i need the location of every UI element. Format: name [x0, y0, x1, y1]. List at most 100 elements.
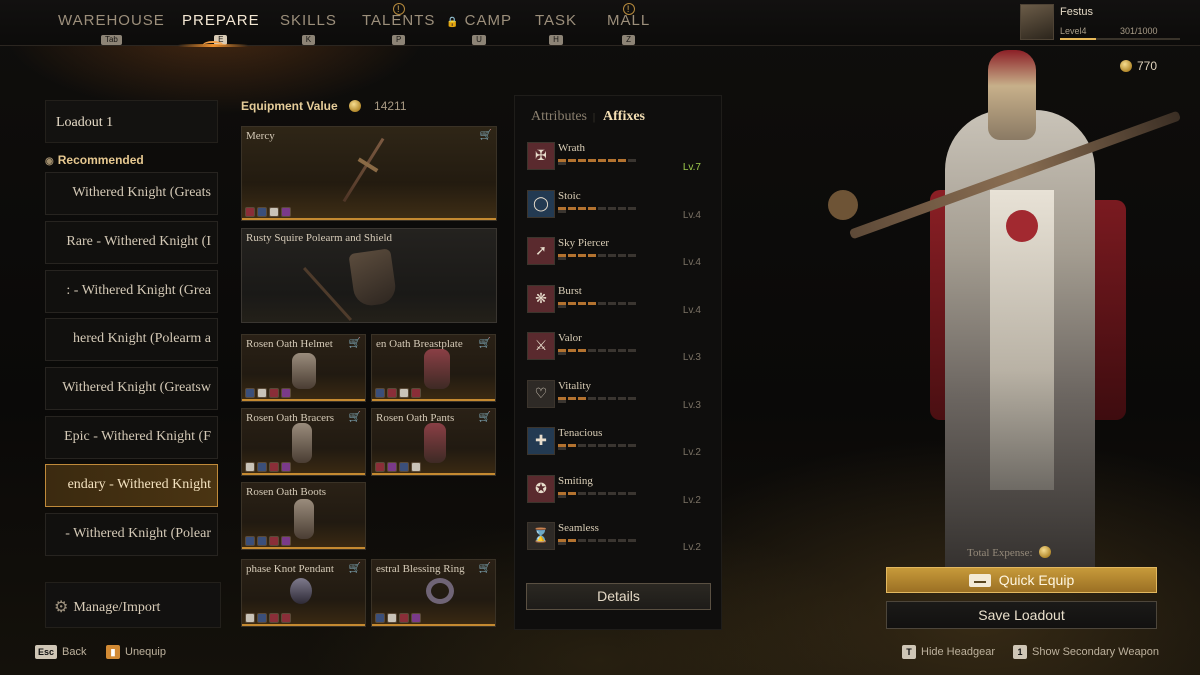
affix-bar-segment [558, 162, 566, 165]
affix-bar-segment [588, 539, 596, 542]
breastplate-image [424, 349, 450, 389]
current-loadout[interactable]: Loadout 1 [45, 100, 218, 143]
bracers-slot[interactable]: Rosen Oath Bracers 🛒 [241, 408, 366, 476]
affix-bar-segment [628, 302, 636, 305]
player-profile[interactable]: Festus Level4 301/1000 [1020, 4, 1196, 42]
item-name: Rusty Squire Polearm and Shield [246, 232, 393, 244]
affix-bar-segment [588, 397, 596, 400]
affix-bar-segment [568, 302, 576, 305]
affix-row[interactable]: ✠ Wrath Lv.7 [527, 142, 717, 186]
loadout-item-selected[interactable]: endary - Withered Knight [45, 464, 218, 507]
unequip-hint[interactable]: ▮ Unequip [106, 645, 166, 659]
breastplate-slot[interactable]: en Oath Breastplate 🛒 [371, 334, 496, 402]
loadout-item[interactable]: Rare - Withered Knight (I [45, 221, 218, 264]
affix-bar-segment [558, 257, 566, 260]
alert-icon: ! [392, 3, 405, 15]
weapon-slot-secondary[interactable]: Rusty Squire Polearm and Shield [241, 228, 497, 323]
cart-icon[interactable]: 🛒 [479, 338, 491, 349]
cart-icon[interactable]: 🛒 [349, 412, 361, 423]
affix-row[interactable]: ⌛ Seamless Lv.2 [527, 522, 717, 566]
affix-bar-segment [598, 492, 606, 495]
tab-mall[interactable]: ! MALL Z [607, 3, 650, 46]
affix-level: Lv.2 [682, 495, 701, 506]
helmet-image [292, 353, 316, 389]
affix-bar-segment [628, 207, 636, 210]
loadout-item[interactable]: - Withered Knight (Polear [45, 513, 218, 556]
tab-label: SKILLS [280, 12, 337, 29]
back-hint[interactable]: Esc Back [35, 645, 86, 659]
player-xp: 301/1000 [1120, 26, 1158, 36]
secondary-weapon-label: Show Secondary Weapon [1032, 646, 1159, 658]
tab-affixes[interactable]: Affixes [603, 109, 645, 124]
item-name: en Oath Breastplate [376, 338, 463, 350]
rarity-bar [242, 399, 365, 401]
affix-row[interactable]: ✚ Tenacious Lv.2 [527, 427, 717, 471]
affix-bar-segment [568, 207, 576, 210]
cart-icon[interactable]: 🛒 [480, 130, 492, 141]
loadout-item-label: Epic - Withered Knight (F [64, 429, 211, 444]
character-preview[interactable] [820, 50, 1200, 610]
lock-icon: 🔒 [446, 17, 460, 28]
affix-icons [245, 385, 293, 398]
affix-bar-segment [618, 254, 626, 257]
cart-icon[interactable]: 🛒 [349, 563, 361, 574]
affix-name: Burst [558, 285, 582, 297]
affix-row[interactable]: ➚ Sky Piercer Lv.4 [527, 237, 717, 281]
tab-hotkey: U [472, 35, 486, 45]
hide-headgear-label: Hide Headgear [921, 646, 995, 658]
affix-row[interactable]: ✪ Smiting Lv.2 [527, 475, 717, 519]
secondary-weapon-hint[interactable]: 1 Show Secondary Weapon [1013, 645, 1159, 659]
seamless-icon: ⌛ [527, 522, 555, 550]
cart-icon[interactable]: 🛒 [479, 412, 491, 423]
affix-row[interactable]: ⚔ Valor Lv.3 [527, 332, 717, 376]
tab-attributes[interactable]: Attributes [531, 109, 587, 124]
affix-bar-segment [568, 492, 576, 495]
recommended-header: ◉ Recommended [45, 153, 144, 167]
loadout-item[interactable]: Epic - Withered Knight (F [45, 416, 218, 459]
tab-task[interactable]: TASK H [535, 12, 577, 46]
pants-slot[interactable]: Rosen Oath Pants 🛒 [371, 408, 496, 476]
affix-name: Seamless [558, 522, 599, 534]
weapon-slot-primary[interactable]: Mercy 🛒 [241, 126, 497, 221]
affix-bar-segment [618, 539, 626, 542]
hide-headgear-hint[interactable]: T Hide Headgear [902, 645, 995, 659]
affix-bar-segment [578, 397, 586, 400]
sky-piercer-icon: ➚ [527, 237, 555, 265]
affix-row[interactable]: ❋ Burst Lv.4 [527, 285, 717, 329]
affix-bar-segment [608, 492, 616, 495]
pendant-slot[interactable]: phase Knot Pendant 🛒 [241, 559, 366, 627]
loadout-item[interactable]: : - Withered Knight (Grea [45, 270, 218, 313]
tab-camp[interactable]: 🔒 CAMP U [446, 12, 512, 46]
manage-import-button[interactable]: ⚙ Manage/Import [45, 582, 221, 628]
tab-warehouse[interactable]: WAREHOUSE Tab [58, 12, 165, 46]
tab-talents[interactable]: ! TALENTS P [362, 3, 435, 46]
loadout-item[interactable]: Withered Knight (Greats [45, 172, 218, 215]
ring-slot[interactable]: estral Blessing Ring 🛒 [371, 559, 496, 627]
loadout-item-label: Withered Knight (Greatsw [62, 380, 211, 395]
cart-icon[interactable]: 🛒 [479, 563, 491, 574]
affix-bar-segment [598, 254, 606, 257]
quick-equip-button[interactable]: Quick Equip [886, 567, 1157, 593]
boots-slot[interactable]: Rosen Oath Boots [241, 482, 366, 550]
affix-bar-segment [598, 302, 606, 305]
affix-bar-segment [628, 159, 636, 162]
helmet-slot[interactable]: Rosen Oath Helmet 🛒 [241, 334, 366, 402]
equipment-value: Equipment Value 14211 [241, 99, 407, 113]
loadout-item[interactable]: hered Knight (Polearm a [45, 318, 218, 361]
affix-row[interactable]: ◯ Stoic Lv.4 [527, 190, 717, 234]
tab-prepare[interactable]: PREPARE E [182, 12, 260, 46]
details-button[interactable]: Details [526, 583, 711, 610]
loadout-item-label: endary - Withered Knight [67, 477, 211, 492]
affix-bar-segment [628, 254, 636, 257]
tab-hotkey: Z [622, 35, 636, 45]
affix-row[interactable]: ♡ Vitality Lv.3 [527, 380, 717, 424]
affix-bar-segment [608, 254, 616, 257]
tab-label: PREPARE [182, 12, 260, 29]
affix-bar-segment [628, 397, 636, 400]
affix-name: Valor [558, 332, 582, 344]
loadout-item[interactable]: Withered Knight (Greatsw [45, 367, 218, 410]
tab-skills[interactable]: SKILLS K [280, 12, 337, 46]
affix-bar-segment [618, 492, 626, 495]
save-loadout-button[interactable]: Save Loadout [886, 601, 1157, 629]
cart-icon[interactable]: 🛒 [349, 338, 361, 349]
